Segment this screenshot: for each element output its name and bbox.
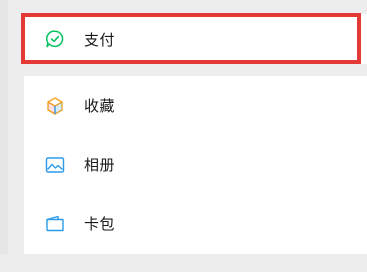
menu-item-album[interactable]: 相册 [24, 135, 367, 194]
menu-item-favorites[interactable]: 收藏 [24, 76, 367, 135]
album-icon [44, 154, 66, 176]
menu-item-pay-label: 支付 [84, 30, 116, 49]
menu-item-pay[interactable]: 支付 [24, 14, 367, 64]
favorites-cube-icon [44, 95, 66, 117]
menu-item-album-label: 相册 [84, 156, 116, 174]
bottom-band [0, 254, 367, 272]
card-wallet-icon [44, 213, 66, 235]
menu-item-card-wallet-label: 卡包 [84, 215, 116, 233]
left-strip [0, 0, 8, 272]
me-page-menu: 支付 收藏 相册 卡包 [0, 0, 367, 272]
wechat-pay-icon [44, 28, 66, 50]
menu-item-favorites-label: 收藏 [84, 97, 116, 115]
menu-item-card-wallet[interactable]: 卡包 [24, 194, 367, 253]
menu-group: 收藏 相册 卡包 [24, 76, 367, 254]
